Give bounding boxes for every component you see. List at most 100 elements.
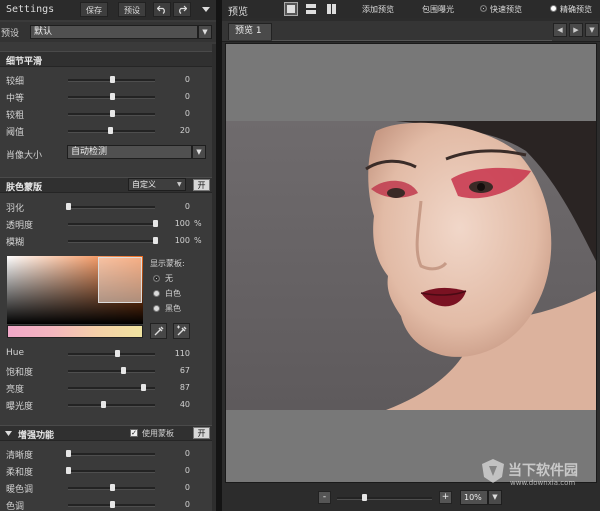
single-view-button[interactable] xyxy=(284,2,298,16)
slider-track[interactable] xyxy=(68,501,155,508)
slider-track[interactable] xyxy=(68,401,155,408)
slider-knob[interactable] xyxy=(66,467,71,474)
split-vertical-icon xyxy=(327,4,331,14)
single-view-icon xyxy=(287,5,295,13)
slider-knob[interactable] xyxy=(109,501,115,508)
section-detail-smoothing[interactable]: 细节平滑 xyxy=(0,51,216,67)
triangle-right-icon: ▶ xyxy=(573,26,579,34)
watermark-url: www.downxia.com xyxy=(510,479,576,487)
slider-track[interactable] xyxy=(68,110,155,117)
slider-track[interactable] xyxy=(68,93,155,100)
accurate-preview-radio[interactable] xyxy=(550,5,557,12)
redo-icon xyxy=(179,5,188,14)
slider-knob[interactable] xyxy=(120,367,126,374)
preset-select[interactable]: 默认 xyxy=(30,25,198,39)
split-horizontal-button[interactable] xyxy=(304,2,318,16)
add-preview-button[interactable]: 添加预览 xyxy=(362,4,394,15)
portrait-photo-illustration xyxy=(226,121,596,410)
slider-knob[interactable] xyxy=(109,110,115,117)
preview-canvas[interactable] xyxy=(225,43,597,483)
show-mask-radio[interactable] xyxy=(153,290,160,297)
preset-row: 预设 默认 ▼ xyxy=(0,22,216,42)
show-mask-radio[interactable] xyxy=(153,275,160,282)
undo-button[interactable] xyxy=(153,2,171,17)
split-vertical-button[interactable] xyxy=(325,2,339,16)
slider-unit: % xyxy=(194,236,202,245)
slider-label: 阈值 xyxy=(6,128,25,138)
color-picker-square[interactable] xyxy=(7,256,143,324)
tab-scroll-left-button[interactable]: ◀ xyxy=(553,23,567,37)
enhance-on-button[interactable]: 开 xyxy=(193,427,210,439)
section-title: 肤色蒙版 xyxy=(6,183,43,193)
slider-knob[interactable] xyxy=(114,350,120,357)
slider-value: 110 xyxy=(174,349,190,358)
show-mask-radio[interactable] xyxy=(153,305,160,312)
undo-icon xyxy=(156,5,165,14)
show-mask-option-label: 白色 xyxy=(165,289,181,298)
chevron-down-icon: ▼ xyxy=(177,181,182,188)
show-mask-option-label: 黑色 xyxy=(165,304,181,313)
slider-unit: % xyxy=(194,219,202,228)
tab-scroll-right-button[interactable]: ▶ xyxy=(569,23,583,37)
preset-select-arrow[interactable]: ▼ xyxy=(198,25,212,39)
slider-knob[interactable] xyxy=(140,384,146,391)
slider-value: 100 xyxy=(174,219,190,228)
skin-mask-on-button[interactable]: 开 xyxy=(193,179,210,191)
zoom-slider-knob[interactable] xyxy=(361,494,367,501)
use-mask-checkbox[interactable]: ✓ xyxy=(130,429,138,437)
slider-knob[interactable] xyxy=(100,401,106,408)
slider-value: 0 xyxy=(184,483,190,492)
show-mask-label: 显示蒙板: xyxy=(150,259,185,268)
split-horizontal-icon xyxy=(306,4,316,8)
zoom-in-button[interactable]: + xyxy=(439,491,452,504)
slider-knob[interactable] xyxy=(109,76,115,83)
slider-value: 40 xyxy=(179,400,190,409)
slider-value: 0 xyxy=(184,449,190,458)
slider-track[interactable] xyxy=(68,384,155,391)
slider-knob[interactable] xyxy=(109,93,115,100)
use-mask-label: 使用蒙板 xyxy=(142,429,174,438)
tab-preview-1[interactable]: 预览 1 xyxy=(228,23,272,40)
slider-knob[interactable] xyxy=(66,450,71,457)
menu-dropdown-button[interactable] xyxy=(198,2,214,17)
show-mask-option-label: 无 xyxy=(165,274,173,283)
save-button[interactable]: 保存 xyxy=(80,2,108,17)
portrait-size-select-arrow[interactable]: ▼ xyxy=(192,145,206,159)
triangle-down-icon xyxy=(202,7,210,12)
slider-track[interactable] xyxy=(68,127,155,134)
zoom-out-button[interactable]: - xyxy=(318,491,331,504)
tab-list-button[interactable]: ▼ xyxy=(585,23,599,37)
slider-track[interactable] xyxy=(68,484,155,491)
eyedropper-button[interactable] xyxy=(150,323,167,339)
slider-track[interactable] xyxy=(68,220,158,227)
hue-gradient-bar[interactable] xyxy=(7,325,143,338)
slider-track[interactable] xyxy=(68,367,155,374)
slider-label: Hue xyxy=(6,348,25,358)
zoom-slider[interactable] xyxy=(337,494,432,501)
slider-track[interactable] xyxy=(66,450,155,457)
bracket-exposure-button[interactable]: 包围曝光 xyxy=(422,4,454,15)
slider-track[interactable] xyxy=(66,203,155,210)
portrait-size-select[interactable]: 自动检测 xyxy=(67,145,192,159)
slider-knob[interactable] xyxy=(107,127,113,134)
section-enhance[interactable]: 增强功能 xyxy=(0,425,216,441)
slider-track[interactable] xyxy=(68,237,158,244)
accurate-preview-label: 精确预览 xyxy=(560,5,592,14)
slider-knob[interactable] xyxy=(153,237,158,244)
triangle-left-icon: ◀ xyxy=(557,26,563,34)
slider-track[interactable] xyxy=(68,350,155,357)
slider-track[interactable] xyxy=(66,467,155,474)
quick-preview-radio[interactable] xyxy=(480,5,487,12)
slider-label: 柔和度 xyxy=(6,468,34,478)
slider-track[interactable] xyxy=(68,76,155,83)
slider-value: 20 xyxy=(179,126,190,135)
slider-value: 87 xyxy=(179,383,190,392)
preset-button[interactable]: 预设 xyxy=(118,2,146,17)
redo-button[interactable] xyxy=(173,2,191,17)
eyedropper-plus-button[interactable] xyxy=(173,323,190,339)
slider-knob[interactable] xyxy=(66,203,71,210)
color-picker-selection[interactable] xyxy=(98,257,142,303)
slider-knob[interactable] xyxy=(153,220,158,227)
slider-knob[interactable] xyxy=(109,484,115,491)
preview-photo[interactable] xyxy=(226,121,596,410)
